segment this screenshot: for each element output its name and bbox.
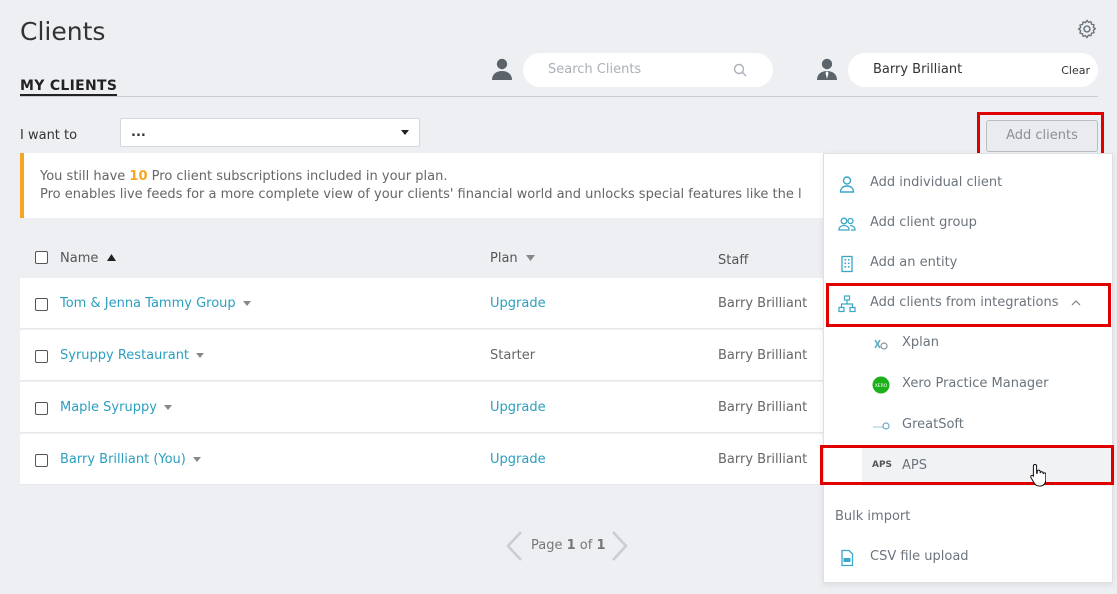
table-row: Tom & Jenna Tammy Group Upgrade Barry Br…	[20, 278, 825, 329]
search-input[interactable]: Search Clients	[523, 53, 773, 87]
caret-down-icon[interactable]	[196, 353, 205, 358]
menu-item-add-individual-client[interactable]: Add individual client	[824, 163, 1112, 203]
gear-icon[interactable]	[1076, 18, 1098, 40]
table-row: Maple Syruppy Upgrade Barry Brilliant	[20, 382, 825, 433]
plan-label: Starter	[490, 348, 536, 363]
group-icon	[838, 217, 856, 231]
menu-item-xero-practice-manager[interactable]: XERO Xero Practice Manager	[824, 364, 1112, 404]
select-all-checkbox[interactable]	[35, 251, 48, 264]
add-clients-button[interactable]: Add clients	[986, 120, 1098, 152]
page-title: Clients	[20, 17, 106, 46]
staff-name: Barry Brilliant	[718, 400, 808, 415]
action-select-value: ...	[131, 125, 146, 140]
staff-filter-value: Barry Brilliant	[873, 62, 963, 77]
search-placeholder: Search Clients	[548, 62, 642, 77]
menu-item-aps[interactable]: APS APS	[862, 446, 1112, 486]
client-name-link[interactable]: Maple Syruppy	[60, 400, 172, 415]
row-checkbox[interactable]	[35, 350, 48, 363]
greatsoft-logo-icon	[873, 422, 890, 430]
row-checkbox[interactable]	[35, 402, 48, 415]
svg-text:XERO: XERO	[875, 383, 888, 389]
person-icon	[492, 58, 512, 80]
menu-item-add-clients-from-integrations[interactable]: Add clients from integrations	[824, 283, 1112, 323]
banner-line-2: Pro enables live feeds for a more comple…	[40, 187, 802, 202]
table-row: Barry Brilliant (You) Upgrade Barry Bril…	[20, 434, 825, 485]
chevron-up-icon	[1071, 300, 1081, 306]
column-plan-header[interactable]: Plan	[490, 251, 535, 266]
subscription-count: 10	[129, 169, 148, 184]
subscription-banner: You still have 10 Pro client subscriptio…	[20, 153, 825, 218]
menu-item-csv-file-upload[interactable]: CSV file upload	[824, 537, 1112, 577]
banner-line-1: You still have 10 Pro client subscriptio…	[40, 169, 448, 184]
tab-divider	[20, 96, 1098, 97]
staff-icon	[817, 58, 837, 80]
pagination: Page 1 of 1	[505, 530, 630, 562]
table-row: Syruppy Restaurant Starter Barry Brillia…	[20, 330, 825, 381]
plan-upgrade-link[interactable]: Upgrade	[490, 452, 546, 467]
building-icon	[841, 255, 853, 273]
menu-item-add-client-group[interactable]: Add client group	[824, 203, 1112, 243]
client-name-link[interactable]: Barry Brilliant (You)	[60, 452, 201, 467]
aps-logo-icon: APS	[872, 460, 893, 470]
menu-item-add-entity[interactable]: Add an entity	[824, 243, 1112, 283]
caret-down-icon	[401, 130, 409, 135]
plan-upgrade-link[interactable]: Upgrade	[490, 296, 546, 311]
person-outline-icon	[839, 176, 855, 193]
staff-name: Barry Brilliant	[718, 452, 808, 467]
action-select-label: I want to	[20, 128, 78, 143]
chevron-right-icon[interactable]	[611, 530, 629, 562]
add-clients-menu: Add individual client Add client group A…	[823, 153, 1113, 583]
tab-my-clients[interactable]: MY CLIENTS	[20, 78, 118, 96]
search-icon[interactable]	[733, 63, 747, 77]
caret-down-icon[interactable]	[163, 405, 172, 410]
staff-name: Barry Brilliant	[718, 348, 808, 363]
sort-up-icon	[106, 254, 116, 261]
column-staff-header: Staff	[718, 253, 749, 268]
page-indicator: Page 1 of 1	[531, 538, 606, 553]
client-name-link[interactable]: Tom & Jenna Tammy Group	[60, 296, 251, 311]
staff-name: Barry Brilliant	[718, 296, 808, 311]
column-name-header[interactable]: Name	[60, 251, 116, 266]
chevron-left-icon[interactable]	[505, 530, 523, 562]
row-checkbox[interactable]	[35, 298, 48, 311]
csv-file-icon	[841, 549, 854, 567]
bulk-import-heading: Bulk import	[835, 509, 911, 524]
hand-cursor-icon	[1030, 463, 1046, 487]
action-select[interactable]: ...	[120, 118, 420, 147]
xero-logo-icon: XERO	[872, 376, 890, 394]
caret-down-icon[interactable]	[192, 457, 201, 462]
menu-item-greatsoft[interactable]: GreatSoft	[824, 405, 1112, 445]
menu-item-xplan[interactable]: Xplan	[824, 323, 1112, 363]
hierarchy-icon	[838, 295, 856, 313]
xplan-logo-icon	[874, 339, 888, 350]
client-name-link[interactable]: Syruppy Restaurant	[60, 348, 205, 363]
staff-filter[interactable]: Barry Brilliant Clear	[848, 53, 1098, 87]
caret-down-icon	[525, 255, 535, 261]
plan-upgrade-link[interactable]: Upgrade	[490, 400, 546, 415]
caret-down-icon[interactable]	[242, 301, 251, 306]
clear-button[interactable]: Clear	[1061, 64, 1090, 77]
row-checkbox[interactable]	[35, 454, 48, 467]
